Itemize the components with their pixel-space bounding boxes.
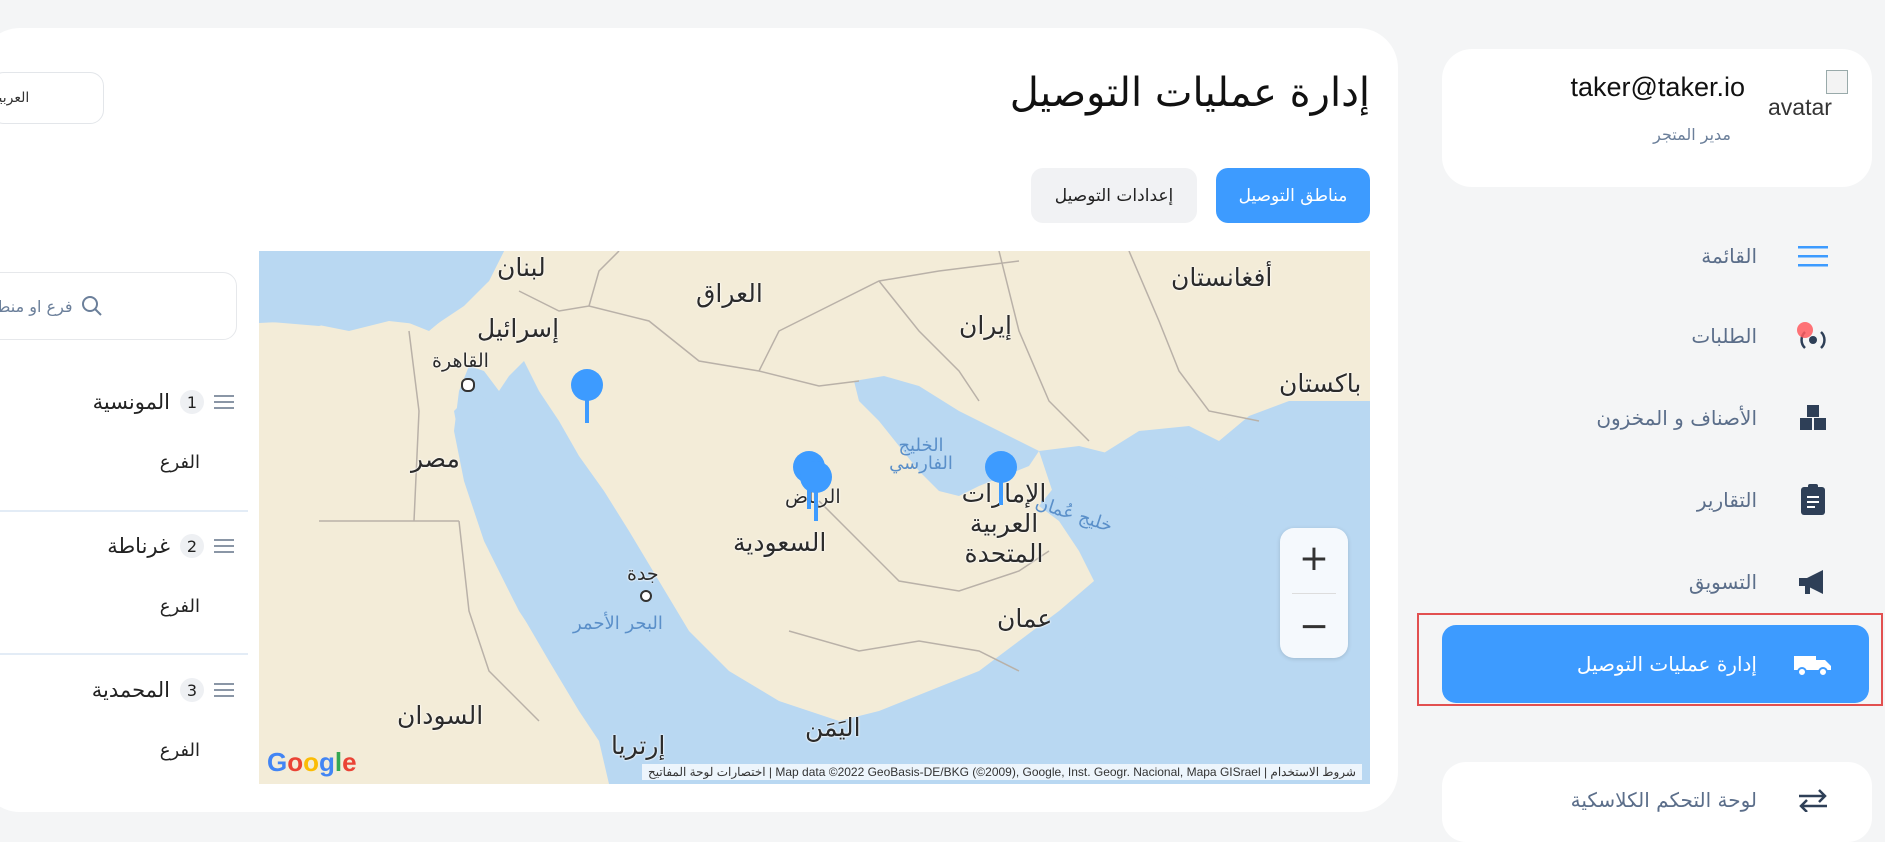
map-pin[interactable] bbox=[798, 461, 838, 525]
delivery-map[interactable]: لبنان العراق أفغانستان إسرائيل القاهرة إ… bbox=[259, 251, 1370, 784]
map-label-israel: إسرائيل bbox=[477, 314, 560, 343]
branch-number: 2 bbox=[180, 534, 204, 558]
branch-type: الفرع bbox=[159, 452, 200, 473]
nav-item-classic-dashboard[interactable]: لوحة التحكم الكلاسكية bbox=[1571, 778, 1835, 822]
zoom-in-button[interactable]: + bbox=[1280, 528, 1348, 588]
branch-item[interactable]: 3 المحمدية الفرع bbox=[0, 658, 248, 803]
map-pin[interactable] bbox=[983, 451, 1019, 507]
branch-name: المحمدية bbox=[91, 678, 170, 702]
language-select[interactable]: العربية bbox=[0, 72, 104, 124]
branch-item[interactable]: 2 غرناطة الفرع bbox=[0, 514, 248, 659]
nav-item-menu[interactable]: القائمة bbox=[1701, 234, 1835, 278]
megaphone-icon bbox=[1791, 560, 1835, 604]
branch-item[interactable]: 1 المونسية الفرع bbox=[0, 370, 248, 515]
clipboard-icon bbox=[1791, 478, 1835, 522]
map-label-cairo: القاهرة bbox=[432, 350, 489, 372]
map-attribution[interactable]: اختصارات لوحة المفاتيح | Map data ©2022 … bbox=[641, 764, 1362, 780]
avatar-broken-image-icon bbox=[1826, 70, 1848, 94]
drag-handle-icon[interactable] bbox=[214, 395, 234, 409]
branch-type: الفرع bbox=[159, 596, 200, 617]
nav-label: التقارير bbox=[1696, 488, 1757, 512]
branch-number: 3 bbox=[180, 678, 204, 702]
jeddah-marker bbox=[640, 590, 652, 602]
map-zoom-control: + − bbox=[1280, 528, 1348, 658]
branch-divider bbox=[0, 653, 248, 655]
map-label-iraq: العراق bbox=[696, 279, 763, 308]
nav-label: إدارة عمليات التوصيل bbox=[1576, 652, 1757, 676]
search-placeholder: فرع او منطقة bbox=[0, 296, 73, 316]
nav-item-orders[interactable]: الطلبات bbox=[1691, 314, 1835, 358]
map-label-egypt: مصر bbox=[411, 444, 460, 473]
map-label-red-sea: البحر الأحمر bbox=[573, 613, 663, 634]
branch-divider bbox=[0, 510, 248, 512]
map-label-oman: عمان bbox=[997, 604, 1053, 633]
page-title: إدارة عمليات التوصيل bbox=[1009, 70, 1370, 116]
map-label-saudi: السعودية bbox=[733, 528, 827, 557]
branch-name: غرناطة bbox=[107, 534, 170, 558]
branch-number: 1 bbox=[180, 390, 204, 414]
cairo-marker bbox=[461, 378, 475, 392]
map-label-sudan: السودان bbox=[397, 701, 484, 730]
nav-item-items-inventory[interactable]: الأصناف و المخزون bbox=[1596, 396, 1835, 440]
broadcast-icon bbox=[1791, 314, 1835, 358]
swap-arrows-icon bbox=[1791, 778, 1835, 822]
nav-item-marketing[interactable]: التسويق bbox=[1689, 560, 1835, 604]
zoom-divider bbox=[1292, 593, 1336, 594]
language-label: العربية bbox=[0, 90, 30, 106]
map-label-persian-gulf: الخليج الفارسي bbox=[889, 435, 953, 474]
tab-delivery-settings[interactable]: إعدادات التوصيل bbox=[1031, 168, 1197, 223]
avatar[interactable]: avatar bbox=[1768, 94, 1832, 121]
boxes-icon bbox=[1791, 396, 1835, 440]
map-label-lebanon: لبنان bbox=[497, 253, 546, 282]
profile-email: taker@taker.io bbox=[1570, 72, 1746, 102]
map-label-pakistan: باكستان bbox=[1279, 369, 1362, 398]
nav-item-reports[interactable]: التقارير bbox=[1697, 478, 1835, 522]
nav-label: التسويق bbox=[1688, 570, 1757, 594]
map-label-iran: إيران bbox=[959, 311, 1013, 340]
nav-item-delivery[interactable]: إدارة عمليات التوصيل bbox=[1577, 642, 1835, 686]
map-label-eritrea: إرتريا bbox=[611, 731, 666, 760]
nav-label: الطلبات bbox=[1691, 324, 1757, 348]
tab-delivery-zones-label: مناطق التوصيل bbox=[1238, 185, 1348, 206]
nav-label: القائمة bbox=[1701, 244, 1757, 268]
nav-label: لوحة التحكم الكلاسكية bbox=[1570, 788, 1757, 812]
branch-search-input[interactable]: فرع او منطقة bbox=[0, 272, 237, 340]
map-pin[interactable] bbox=[569, 369, 605, 425]
tab-delivery-settings-label: إعدادات التوصيل bbox=[1054, 185, 1174, 206]
delivery-truck-icon bbox=[1791, 642, 1835, 686]
branch-type: الفرع bbox=[159, 740, 200, 761]
branch-name: المونسية bbox=[92, 390, 170, 414]
search-icon bbox=[81, 296, 102, 316]
google-logo: Google bbox=[267, 747, 357, 777]
map-label-afghanistan: أفغانستان bbox=[1171, 263, 1273, 292]
profile-role: مدير المتجر bbox=[1653, 125, 1731, 144]
map-label-yemen: اليَمَن bbox=[805, 713, 861, 742]
drag-handle-icon[interactable] bbox=[214, 683, 234, 697]
drag-handle-icon[interactable] bbox=[214, 539, 234, 553]
nav-label: الأصناف و المخزون bbox=[1596, 406, 1757, 430]
menu-icon bbox=[1791, 234, 1835, 278]
tab-delivery-zones[interactable]: مناطق التوصيل bbox=[1216, 168, 1370, 223]
map-label-jeddah: جدة bbox=[627, 563, 659, 585]
zoom-out-button[interactable]: − bbox=[1280, 596, 1348, 656]
